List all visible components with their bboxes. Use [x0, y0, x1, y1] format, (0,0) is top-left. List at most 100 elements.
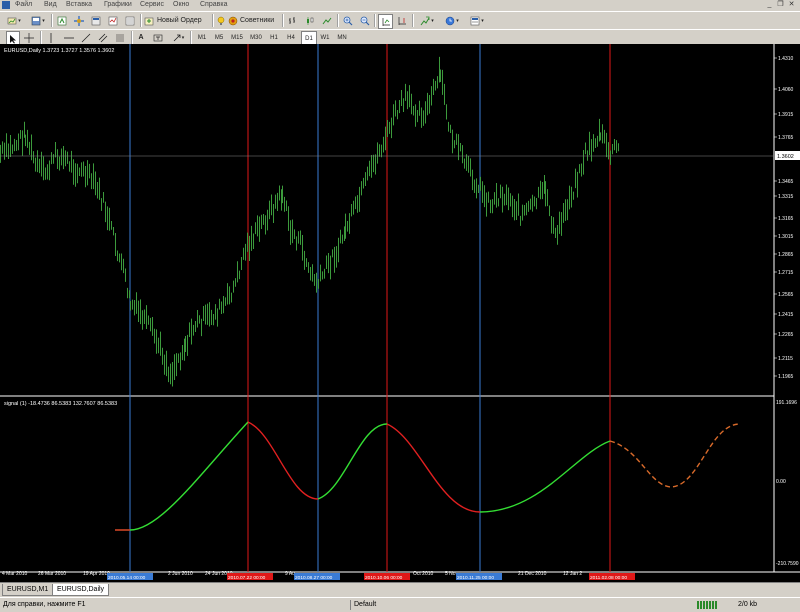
- close-icon[interactable]: ✕: [787, 1, 796, 9]
- zoom-in-button[interactable]: [341, 14, 354, 27]
- time-highlight-label: 2010.07.22 00:00: [228, 575, 266, 581]
- price-tick-label: 1.4310: [778, 56, 794, 62]
- menu-view[interactable]: Вид: [44, 1, 57, 8]
- chart-canvas[interactable]: 1.3602 1.4310 1.4060 1.3915 1.3765 1.3465 1.33…: [0, 44, 800, 582]
- status-profile: Default: [350, 600, 376, 610]
- time-axis-label: 12 Jan 2: [563, 571, 582, 577]
- signal-segment-4: [479, 440, 611, 513]
- price-tick-label: 1.2115: [778, 356, 793, 362]
- market-watch-icon: [57, 16, 66, 25]
- restore-icon[interactable]: ❐: [776, 1, 785, 9]
- bar-chart-button[interactable]: [286, 14, 299, 27]
- autoscroll-icon: [382, 17, 390, 26]
- zoom-in-icon: [343, 16, 352, 25]
- time-axis-label: Oct 2010: [413, 571, 434, 577]
- arrows-button[interactable]: ▾: [169, 31, 187, 44]
- timeframe-h1-button[interactable]: H1: [267, 31, 281, 44]
- templates-button[interactable]: ▾: [466, 14, 488, 27]
- bar-chart-icon: [288, 16, 295, 24]
- app-icon: [2, 1, 10, 9]
- timeframe-h4-button[interactable]: H4: [284, 31, 298, 44]
- experts-icon: [228, 16, 238, 25]
- menu-window[interactable]: Окно: [173, 1, 189, 8]
- text-tool-button[interactable]: A: [135, 31, 147, 44]
- profiles-button[interactable]: ▾: [28, 14, 48, 27]
- indicator-tick-label: -210.7590: [776, 561, 799, 567]
- terminal-button[interactable]: [89, 14, 102, 27]
- indicators-button[interactable]: ▾: [416, 14, 438, 27]
- timeframe-m30-button[interactable]: M30: [248, 31, 264, 44]
- crosshair-button[interactable]: [23, 31, 35, 44]
- price-tick-label: 1.2715: [778, 270, 794, 276]
- chart-window[interactable]: 1.3602 1.4310 1.4060 1.3915 1.3765 1.3465 1.33…: [0, 44, 800, 582]
- main-chart-title: EURUSD,Daily 1.3723 1.3727 1.3576 1.3602: [4, 48, 115, 54]
- price-tick-label: 1.2565: [778, 292, 794, 298]
- templates-icon: [470, 16, 480, 25]
- autoscroll-button[interactable]: [378, 14, 393, 29]
- chart-shift-button[interactable]: [395, 14, 408, 27]
- horizontal-line-button[interactable]: [63, 31, 75, 44]
- menu-file[interactable]: Файл: [15, 1, 32, 8]
- tab-eurusd-m1[interactable]: EURUSD,M1: [2, 584, 54, 596]
- timeframe-mn-button[interactable]: MN: [335, 31, 349, 44]
- lightbulb-icon: [217, 16, 225, 25]
- time-highlight-label: 2010.05.14 00:00: [108, 575, 146, 581]
- line-chart-button[interactable]: [320, 14, 333, 27]
- chart-shift-icon: [398, 16, 406, 25]
- indicator-tick-label: 191.1696: [776, 400, 797, 406]
- text-label-button[interactable]: [152, 31, 164, 44]
- timeframe-m1-button[interactable]: M1: [195, 31, 209, 44]
- timeframe-w1-button[interactable]: W1: [318, 31, 332, 44]
- terminal-icon: [91, 16, 100, 25]
- menu-service[interactable]: Сервис: [140, 1, 164, 8]
- new-order-label: Новый Ордер: [157, 17, 202, 24]
- time-highlight-label: 2010.10.06 00:00: [365, 575, 403, 581]
- zoom-out-icon: [360, 16, 369, 25]
- price-tick-label: 1.3465: [778, 179, 794, 185]
- new-chart-button[interactable]: ▾: [4, 14, 24, 27]
- zoom-out-button[interactable]: [358, 14, 371, 27]
- channel-button[interactable]: [97, 31, 109, 44]
- equidistant-channel-icon: [98, 33, 108, 42]
- price-tick-label: 1.4060: [778, 87, 794, 93]
- indicator-tick-label: 0.00: [776, 479, 786, 485]
- market-watch-button[interactable]: [55, 14, 68, 27]
- experts-button[interactable]: Советники: [228, 14, 280, 27]
- current-price-label: 1.3602: [777, 154, 794, 160]
- candle-chart-icon: [306, 16, 313, 25]
- tester-button[interactable]: [106, 14, 119, 27]
- metaeditor-button[interactable]: [215, 14, 227, 27]
- price-tick-label: 1.3165: [778, 216, 794, 222]
- menu-insert[interactable]: Вставка: [66, 1, 92, 8]
- menu-help[interactable]: Справка: [200, 1, 227, 8]
- crosshair-icon: [24, 32, 34, 43]
- menu-charts[interactable]: Графики: [104, 1, 132, 8]
- timeframe-m5-button[interactable]: M5: [212, 31, 226, 44]
- price-tick-label: 1.3765: [778, 135, 794, 141]
- vertical-line-button[interactable]: [45, 31, 57, 44]
- horizontal-line-icon: [64, 37, 74, 38]
- tester-icon: [108, 16, 117, 25]
- arrows-icon: [173, 34, 181, 41]
- candle-chart-button[interactable]: [303, 14, 316, 27]
- text-label-icon: [153, 34, 163, 41]
- periods-button[interactable]: ▾: [441, 14, 463, 27]
- navigator-button[interactable]: [72, 14, 85, 27]
- fibonacci-button[interactable]: [114, 31, 126, 44]
- profiles-icon: [31, 16, 41, 25]
- text-tool-icon: A: [138, 34, 144, 41]
- trendline-button[interactable]: [80, 31, 92, 44]
- navigator-icon: [73, 15, 84, 26]
- trendline-icon: [81, 33, 91, 42]
- data-window-button[interactable]: [123, 14, 136, 27]
- clock-icon: [445, 16, 455, 25]
- signal-segment-0: [115, 421, 249, 531]
- minimize-icon[interactable]: _: [765, 1, 774, 9]
- timeframe-m15-button[interactable]: M15: [229, 31, 245, 44]
- time-axis-label: 26 Mar 2010: [38, 571, 66, 577]
- time-axis-label: 9 Au: [285, 571, 295, 577]
- tab-eurusd-daily[interactable]: EURUSD,Daily: [52, 584, 110, 596]
- price-tick-label: 1.3015: [778, 234, 794, 240]
- price-tick-label: 1.2415: [778, 312, 794, 318]
- new-order-button[interactable]: Новый Ордер: [144, 14, 210, 27]
